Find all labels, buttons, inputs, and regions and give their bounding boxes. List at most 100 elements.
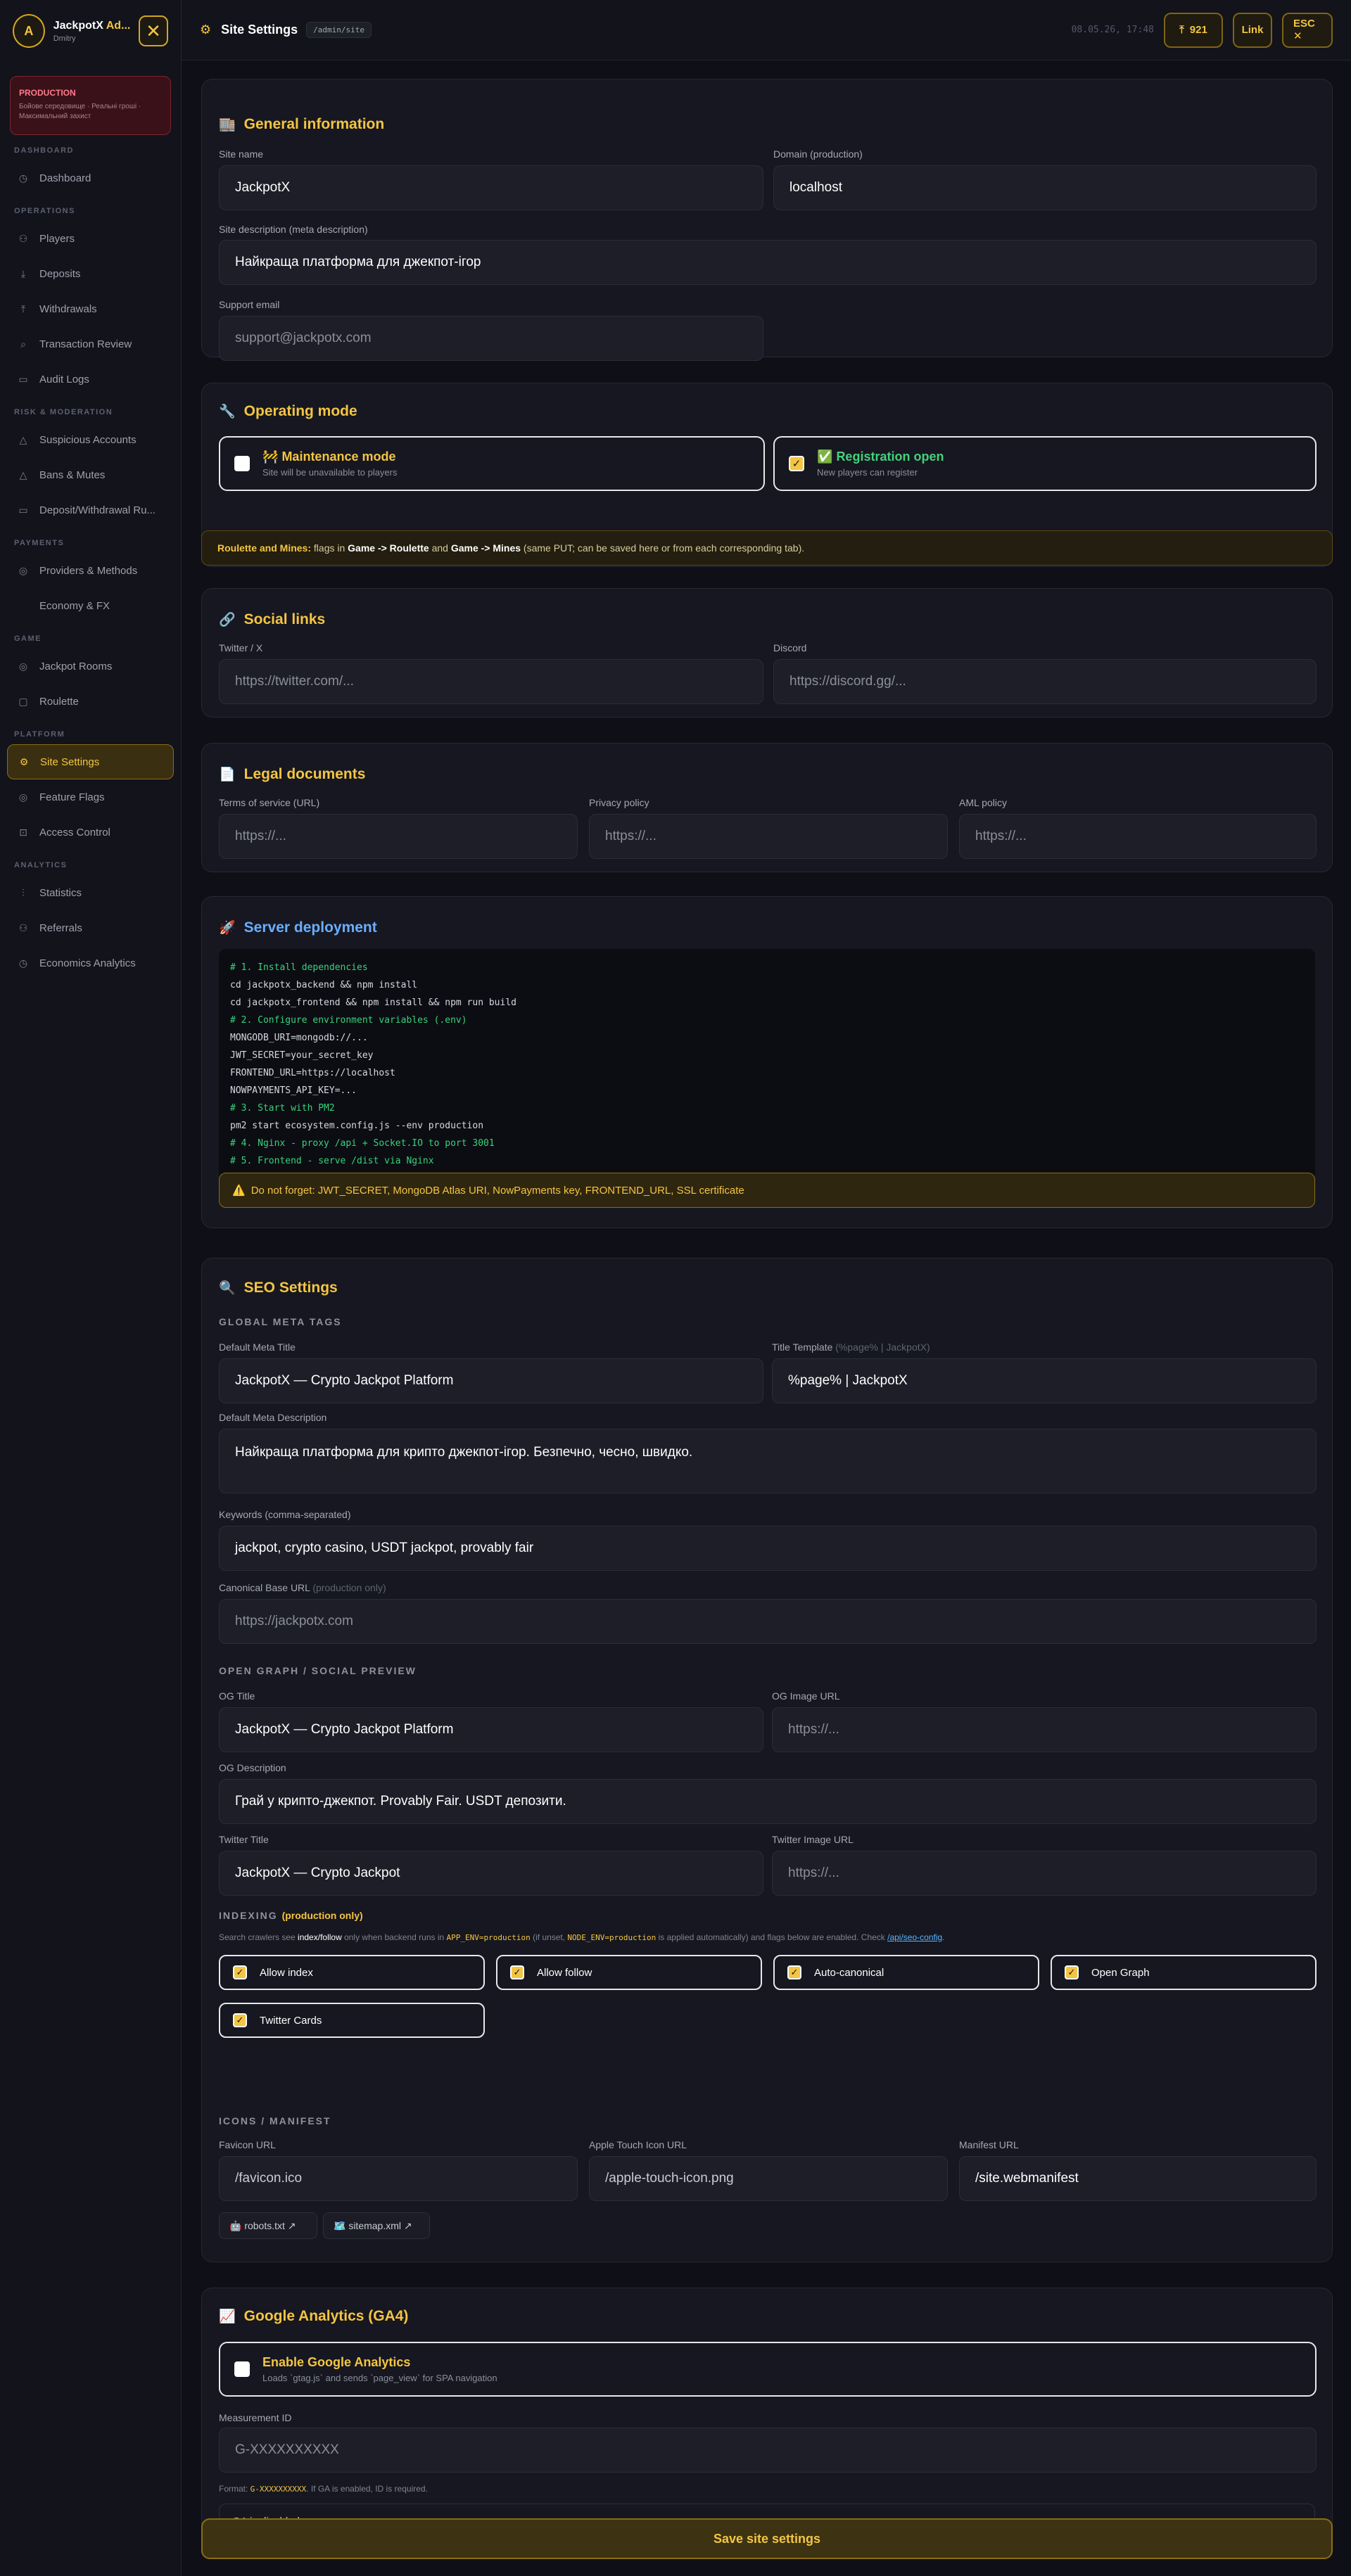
indexing-note-g: is applied automatically) and flags belo…	[656, 1932, 888, 1942]
registration-checkbox[interactable]: ✓	[789, 456, 804, 471]
indexing-heading: INDEXING (production only)	[219, 1910, 363, 1921]
description-input[interactable]: Найкраща платформа для джекпот-ігор	[219, 240, 1317, 285]
document-icon: 📄	[219, 767, 236, 782]
meta-description-input[interactable]: Найкраща платформа для крипто джекпот-іг…	[219, 1429, 1317, 1493]
apple-icon-input[interactable]: /apple-touch-icon.png	[589, 2156, 948, 2201]
indexing-note-c: only when backend runs in	[341, 1932, 447, 1942]
notice-text-3: (same PUT; can be saved here or from eac…	[521, 542, 805, 554]
site-name-input[interactable]: JackpotX	[219, 165, 763, 210]
sidebar-item-jackpot-rooms[interactable]: ◎ Jackpot Rooms	[7, 649, 174, 684]
sitemap-xml-link[interactable]: 🗺️ sitemap.xml ↗	[323, 2212, 430, 2239]
nav-section-heading: PLATFORM	[14, 730, 65, 739]
meta-description-label: Default Meta Description	[219, 1412, 327, 1423]
indexing-note-e: (if unset,	[530, 1932, 568, 1942]
twitter-image-input[interactable]: https://...	[772, 1851, 1317, 1896]
code-line: FRONTEND_URL=https://localhost	[230, 1068, 395, 1078]
sidebar-item-deposit-withdrawal-ru[interactable]: ▭ Deposit/Withdrawal Ru...	[7, 492, 174, 528]
og-title-input[interactable]: JackpotX — Crypto Jackpot Platform	[219, 1707, 763, 1752]
sidebar-item-site-settings[interactable]: ⚙ Site Settings	[7, 744, 174, 779]
sidebar-item-label: Dashboard	[39, 172, 91, 184]
keywords-input[interactable]: jackpot, crypto casino, USDT jackpot, pr…	[219, 1526, 1317, 1571]
sidebar-item-withdrawals[interactable]: ⤒ Withdrawals	[7, 291, 174, 326]
privacy-input[interactable]: https://...	[589, 814, 948, 859]
twitter-title-input[interactable]: JackpotX — Crypto Jackpot	[219, 1851, 763, 1896]
save-settings-button[interactable]: Save site settings	[201, 2518, 1333, 2559]
support-email-input[interactable]: support@jackpotx.com	[219, 316, 763, 361]
link-button[interactable]: Link	[1233, 12, 1272, 48]
open-graph-checkbox[interactable]: ✓	[1065, 1965, 1079, 1979]
canonical-input[interactable]: https://jackpotx.com	[219, 1599, 1317, 1644]
favicon-input[interactable]: /favicon.ico	[219, 2156, 578, 2201]
nav-icon: ◷	[18, 957, 28, 969]
enable-ga-toggle[interactable]: Enable Google Analytics Loads `gtag.js` …	[219, 2342, 1317, 2397]
sidebar-item-roulette[interactable]: ▢ Roulette	[7, 684, 174, 719]
sidebar-item-referrals[interactable]: ⚇ Referrals	[7, 910, 174, 945]
flag-allow-follow[interactable]: ✓ Allow follow	[496, 1955, 762, 1990]
measurement-id-input[interactable]: G-XXXXXXXXXX	[219, 2428, 1317, 2473]
sidebar-item-audit-logs[interactable]: ▭ Audit Logs	[7, 362, 174, 397]
maintenance-toggle[interactable]: 🚧 Maintenance mode Site will be unavaila…	[219, 436, 765, 491]
flag-auto-canonical[interactable]: ✓ Auto-canonical	[773, 1955, 1039, 1990]
nav-section-heading: GAME	[14, 635, 42, 643]
notice-roulette-path: Game -> Roulette	[348, 542, 429, 554]
sidebar-item-providers-methods[interactable]: ◎ Providers & Methods	[7, 553, 174, 588]
code-line: cd jackpotx_backend && npm install	[230, 980, 418, 990]
sidebar-item-transaction-review[interactable]: ⌕ Transaction Review	[7, 326, 174, 362]
sidebar-item-dashboard[interactable]: ◷ Dashboard	[7, 160, 174, 196]
code-comment-line: # 5. Frontend - serve /dist via Nginx	[230, 1156, 434, 1166]
twitter-input[interactable]: https://twitter.com/...	[219, 659, 763, 704]
registration-title-text: Registration open	[836, 449, 944, 464]
brand-text: JackpotX Ad... Dmitry	[53, 20, 139, 43]
deployment-code-block: # 1. Install dependencies cd jackpotx_bac…	[219, 949, 1315, 1181]
sidebar-item-economy-fx[interactable]: Economy & FX	[7, 588, 174, 623]
code-line: pm2 start ecosystem.config.js --env prod…	[230, 1121, 484, 1131]
auto-canonical-checkbox[interactable]: ✓	[787, 1965, 801, 1979]
tos-input[interactable]: https://...	[219, 814, 578, 859]
sidebar-item-statistics[interactable]: ⫶ Statistics	[7, 875, 174, 910]
registration-toggle[interactable]: ✓ ✅ Registration open New players can re…	[773, 436, 1317, 491]
twitter-cards-checkbox[interactable]: ✓	[233, 2013, 247, 2027]
construction-icon: 🚧	[262, 449, 279, 464]
aml-input[interactable]: https://...	[959, 814, 1317, 859]
title-template-input[interactable]: %page% | JackpotX	[772, 1358, 1317, 1403]
sidebar-item-access-control[interactable]: ⊡ Access Control	[7, 815, 174, 850]
robots-txt-link[interactable]: 🤖 robots.txt ↗	[219, 2212, 317, 2239]
enable-ga-checkbox[interactable]	[234, 2361, 250, 2377]
manifest-label: Manifest URL	[959, 2139, 1019, 2150]
meta-title-input[interactable]: JackpotX — Crypto Jackpot Platform	[219, 1358, 763, 1403]
indexing-note-app-env: APP_ENV=production	[446, 1933, 531, 1942]
flag-twitter-cards[interactable]: ✓ Twitter Cards	[219, 2003, 485, 2038]
og-description-input[interactable]: Грай у крипто-джекпот. Provably Fair. US…	[219, 1779, 1317, 1824]
domain-input[interactable]: localhost	[773, 165, 1317, 210]
sidebar-item-suspicious-accounts[interactable]: △ Suspicious Accounts	[7, 422, 174, 457]
close-sidebar-button[interactable]: ✕	[139, 15, 168, 46]
flag-open-graph[interactable]: ✓ Open Graph	[1051, 1955, 1317, 1990]
avatar[interactable]: A	[13, 14, 45, 48]
link-icon: 🔗	[219, 613, 236, 627]
seo-config-link[interactable]: /api/seo-config	[887, 1932, 942, 1942]
deployment-warning: ⚠️ Do not forget: JWT_SECRET, MongoDB Atl…	[219, 1173, 1315, 1208]
esc-button[interactable]: ESC ✕	[1282, 12, 1333, 48]
sidebar-item-players[interactable]: ⚇ Players	[7, 221, 174, 256]
discord-input[interactable]: https://discord.gg/...	[773, 659, 1317, 704]
format-prefix: Format:	[219, 2484, 250, 2494]
nav-section-heading: OPERATIONS	[14, 207, 75, 215]
allow-index-checkbox[interactable]: ✓	[233, 1965, 247, 1979]
manifest-input[interactable]: /site.webmanifest	[959, 2156, 1317, 2201]
flag-allow-index[interactable]: ✓ Allow index	[219, 1955, 485, 1990]
pending-count-button[interactable]: ⤒ 921	[1164, 12, 1223, 48]
maintenance-text: 🚧 Maintenance mode Site will be unavaila…	[262, 449, 398, 478]
canonical-label-text: Canonical Base URL	[219, 1582, 310, 1593]
nav-icon: ⌕	[20, 338, 26, 350]
maintenance-checkbox[interactable]	[234, 456, 250, 471]
social-links-title: 🔗 Social links	[219, 611, 325, 628]
sidebar-item-bans-mutes[interactable]: △ Bans & Mutes	[7, 457, 174, 492]
nav-icon: ⊡	[19, 826, 27, 838]
og-image-input[interactable]: https://...	[772, 1707, 1317, 1752]
sidebar-item-feature-flags[interactable]: ◎ Feature Flags	[7, 779, 174, 815]
sidebar-item-economics-analytics[interactable]: ◷ Economics Analytics	[7, 945, 174, 981]
sidebar-item-deposits[interactable]: ⤓ Deposits	[7, 256, 174, 291]
operating-mode-title-text: Operating mode	[243, 403, 357, 419]
allow-follow-checkbox[interactable]: ✓	[510, 1965, 524, 1979]
magnifier-icon: 🔍	[219, 1281, 236, 1296]
